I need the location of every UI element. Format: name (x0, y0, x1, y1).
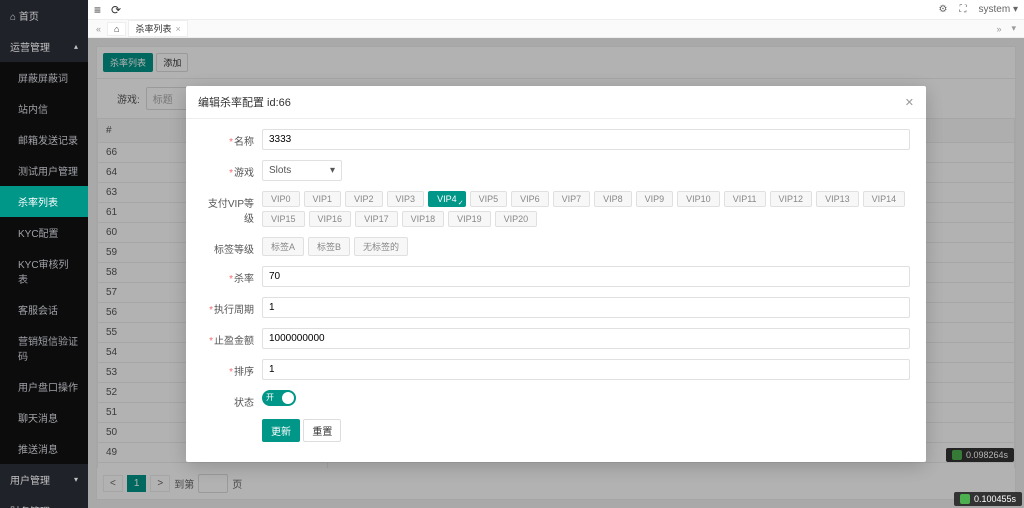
vip-tag[interactable]: VIP3 (387, 191, 425, 207)
vip-tag[interactable]: VIP10 (677, 191, 720, 207)
vip-tag[interactable]: VIP4 (428, 191, 466, 207)
tab-prev-icon[interactable]: « (92, 24, 105, 34)
notify-icon[interactable]: ⚙ (939, 4, 948, 15)
sidebar-item[interactable]: 测试用户管理 (0, 155, 88, 186)
period-input[interactable] (262, 297, 910, 318)
vip-tag[interactable]: VIP8 (594, 191, 632, 207)
vip-tag[interactable]: VIP7 (553, 191, 591, 207)
tab-next-icon[interactable]: » (992, 24, 1005, 34)
sidebar-group[interactable]: 用户管理▾ (0, 464, 88, 495)
close-icon[interactable]: ✕ (905, 96, 914, 109)
sidebar-item[interactable]: 邮箱发送记录 (0, 124, 88, 155)
sidebar-item[interactable]: 用户盘⼝操作 (0, 371, 88, 402)
label-tag[interactable]: 无标签的 (354, 237, 408, 256)
sidebar-group[interactable]: 运营管理▴ (0, 31, 88, 62)
vip-tag[interactable]: VIP14 (863, 191, 906, 207)
main: ≡ ⟳ ⚙ ⛶ system ▾ « ⌂ 杀率列表 × » ▾ 杀率列表 (88, 0, 1024, 508)
vip-tag[interactable]: VIP0 (262, 191, 300, 207)
label-tags: 标签A标签B无标签的 (262, 237, 910, 256)
sidebar-item[interactable]: 站内信 (0, 93, 88, 124)
sidebar-item[interactable]: 聊天消息 (0, 402, 88, 433)
vip-tag[interactable]: VIP20 (495, 211, 538, 227)
vip-tag[interactable]: VIP6 (511, 191, 549, 207)
modal: 编辑杀率配置 id:66 ✕ *名称 *游戏 Slots▾ (186, 86, 926, 462)
submit-button[interactable]: 更新 (262, 419, 300, 442)
vip-tag[interactable]: VIP5 (470, 191, 508, 207)
sidebar: ⌂ 首页 运营管理▴屏蔽屏蔽词站内信邮箱发送记录测试用户管理杀率列表KYC配置K… (0, 0, 88, 508)
vip-tag[interactable]: VIP12 (770, 191, 813, 207)
vip-tag[interactable]: VIP2 (345, 191, 383, 207)
user-menu[interactable]: system ▾ (979, 4, 1018, 15)
home-icon: ⌂ (114, 24, 119, 34)
label-tag[interactable]: 标签A (262, 237, 304, 256)
vip-tag[interactable]: VIP11 (724, 191, 766, 207)
modal-mask[interactable]: 编辑杀率配置 id:66 ✕ *名称 *游戏 Slots▾ (88, 38, 1024, 508)
modal-title: 编辑杀率配置 id:66 (198, 94, 291, 110)
modal-reset-button[interactable]: 重置 (303, 419, 341, 442)
sidebar-item[interactable]: KYC审核列表 (0, 248, 88, 294)
status-switch[interactable]: 开 (262, 390, 296, 406)
sidebar-item[interactable]: 客服会话 (0, 294, 88, 325)
vip-tags: VIP0VIP1VIP2VIP3VIP4VIP5VIP6VIP7VIP8VIP9… (262, 191, 910, 227)
vip-tag[interactable]: VIP9 (636, 191, 674, 207)
sidebar-item[interactable]: KYC配置 (0, 217, 88, 248)
vip-tag[interactable]: VIP15 (262, 211, 305, 227)
tab-home[interactable]: ⌂ (107, 22, 126, 36)
menu-icon[interactable]: ≡ (94, 3, 101, 17)
name-input[interactable] (262, 129, 910, 150)
fullscreen-icon[interactable]: ⛶ (960, 4, 967, 15)
sort-input[interactable] (262, 359, 910, 380)
top-toolbar: ≡ ⟳ ⚙ ⛶ system ▾ (88, 0, 1024, 20)
perf-badge-2: 0.100455s (954, 492, 1022, 506)
game-select[interactable]: Slots▾ (262, 160, 342, 181)
vip-tag[interactable]: VIP19 (448, 211, 491, 227)
vip-tag[interactable]: VIP16 (309, 211, 352, 227)
amount-input[interactable] (262, 328, 910, 349)
perf-icon (960, 494, 970, 504)
vip-tag[interactable]: VIP17 (355, 211, 398, 227)
vip-tag[interactable]: VIP13 (816, 191, 859, 207)
refresh-icon[interactable]: ⟳ (111, 3, 121, 17)
home-icon: ⌂ (10, 12, 16, 23)
tab-more-icon[interactable]: ▾ (1007, 23, 1020, 34)
sidebar-item[interactable]: 营销短信验证码 (0, 325, 88, 371)
tabbar: « ⌂ 杀率列表 × » ▾ (88, 20, 1024, 38)
close-icon[interactable]: × (175, 24, 180, 34)
vip-tag[interactable]: VIP1 (304, 191, 342, 207)
label-tag[interactable]: 标签B (308, 237, 350, 256)
vip-tag[interactable]: VIP18 (402, 211, 445, 227)
sidebar-home[interactable]: ⌂ 首页 (0, 0, 88, 31)
sidebar-group[interactable]: 财务管理▾ (0, 495, 88, 508)
sidebar-item[interactable]: 屏蔽屏蔽词 (0, 62, 88, 93)
tab-list[interactable]: 杀率列表 × (128, 20, 187, 37)
sidebar-item[interactable]: 推送消息 (0, 433, 88, 464)
sidebar-item[interactable]: 杀率列表 (0, 186, 88, 217)
rate-input[interactable] (262, 266, 910, 287)
